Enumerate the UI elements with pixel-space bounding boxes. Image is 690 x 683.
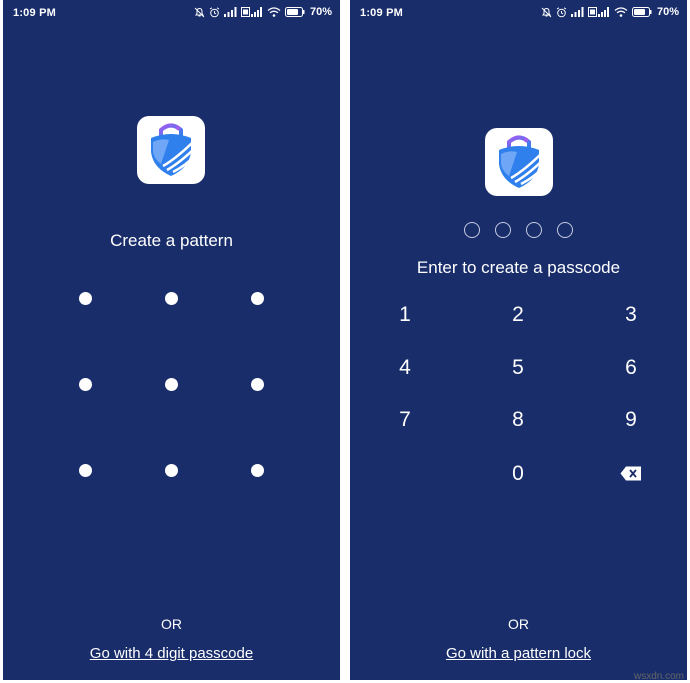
passcode-link[interactable]: Go with 4 digit passcode — [3, 645, 340, 662]
status-icons: 70% — [541, 6, 679, 18]
key-2[interactable]: 2 — [488, 293, 548, 337]
passcode-screen: 1:09 PM 70% Enter to create a passcode 1… — [350, 0, 687, 680]
status-time: 1:09 PM — [13, 7, 56, 19]
alarm-icon — [209, 6, 220, 17]
backspace-icon — [620, 466, 641, 481]
or-label: OR — [161, 616, 182, 632]
mute-icon — [541, 7, 552, 17]
pattern-dot[interactable] — [79, 292, 92, 305]
pattern-dot[interactable] — [79, 378, 92, 391]
status-bar: 1:09 PM 70% — [3, 0, 340, 26]
battery-icon — [284, 7, 305, 17]
pattern-dot[interactable] — [165, 378, 178, 391]
alarm-icon — [556, 6, 567, 17]
passcode-slot — [526, 222, 542, 238]
mute-icon — [194, 7, 205, 17]
battery-percent: 70% — [656, 6, 679, 18]
status-bar: 1:09 PM 70% — [350, 0, 687, 26]
status-time: 1:09 PM — [360, 7, 403, 19]
pattern-lock-link[interactable]: Go with a pattern lock — [350, 645, 687, 662]
watermark: wsxdn.com — [633, 671, 684, 682]
lte-signal-icon — [587, 7, 609, 17]
app-logo — [485, 128, 553, 196]
passcode-slot — [464, 222, 480, 238]
page-title: Enter to create a passcode — [416, 258, 621, 277]
pattern-screen: 1:09 PM 70% Create a pattern OR Go with … — [3, 0, 340, 680]
battery-percent: 70% — [309, 6, 332, 18]
key-1[interactable]: 1 — [375, 293, 435, 337]
key-7[interactable]: 7 — [375, 398, 435, 442]
battery-icon — [631, 7, 652, 17]
key-3[interactable]: 3 — [601, 293, 661, 337]
pattern-dot[interactable] — [165, 464, 178, 477]
wifi-icon — [267, 7, 281, 17]
key-4[interactable]: 4 — [375, 346, 435, 390]
signal-icon — [570, 7, 584, 17]
passcode-slot — [495, 222, 511, 238]
key-6[interactable]: 6 — [601, 346, 661, 390]
shield-lock-icon — [151, 123, 198, 176]
pattern-dot[interactable] — [79, 464, 92, 477]
pattern-dot[interactable] — [251, 464, 264, 477]
backspace-button[interactable] — [609, 456, 653, 492]
key-5[interactable]: 5 — [488, 346, 548, 390]
key-8[interactable]: 8 — [488, 398, 548, 442]
shield-lock-icon — [499, 135, 546, 188]
lte-signal-icon — [240, 7, 262, 17]
passcode-slot — [557, 222, 573, 238]
app-logo — [137, 116, 205, 184]
pattern-dot[interactable] — [251, 378, 264, 391]
wifi-icon — [614, 7, 628, 17]
pattern-dot[interactable] — [251, 292, 264, 305]
signal-icon — [223, 7, 237, 17]
page-title: Create a pattern — [110, 231, 233, 250]
key-9[interactable]: 9 — [601, 398, 661, 442]
key-0[interactable]: 0 — [488, 452, 548, 496]
status-icons: 70% — [194, 6, 332, 18]
pattern-dot[interactable] — [165, 292, 178, 305]
or-label: OR — [508, 616, 529, 632]
